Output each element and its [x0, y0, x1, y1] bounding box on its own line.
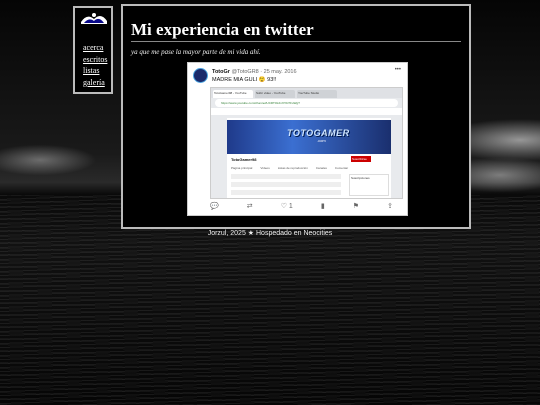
- browser-tabs: TotoGamer98 - YouTube Subir video - YouT…: [211, 88, 402, 98]
- subscribe-button: Suscribirse: [351, 156, 371, 162]
- channel-tab: Listas de reproducción: [277, 166, 308, 170]
- author-name[interactable]: TotoGr: [212, 69, 230, 75]
- nav-link-galeria[interactable]: galería: [83, 77, 107, 89]
- channel-tab: Página principal: [231, 166, 253, 170]
- retweet-icon[interactable]: ⇄: [247, 202, 253, 210]
- channel-banner: TOTOGAMER .com: [227, 120, 391, 154]
- tweet-text: MADRE MIA GULI 😲 93!!: [212, 77, 277, 83]
- avatar[interactable]: [193, 68, 208, 83]
- channel-name: TotoGamer98: [231, 157, 257, 162]
- site-nav: acerca escritos listas galería: [83, 42, 107, 88]
- site-logo[interactable]: [79, 11, 109, 25]
- youtube-header: [211, 108, 402, 115]
- post-panel: Mi experiencia en twitter ya que me pase…: [121, 4, 471, 229]
- content-row: [231, 182, 341, 187]
- tweet-image-screenshot[interactable]: TotoGamer98 - YouTube Subir video - YouT…: [210, 87, 403, 199]
- nav-link-acerca[interactable]: acerca: [83, 42, 107, 54]
- browser-tab: YouTube Studio: [297, 90, 337, 98]
- more-horizontal-icon[interactable]: •••: [395, 67, 401, 73]
- post-subtitle: ya que me pase la mayor parte de mi vida…: [131, 48, 261, 56]
- tweet-author: TotoGr @TotoGR8 · 25 may. 2016: [212, 69, 297, 75]
- channel-tabs: Página principal Vídeos Listas de reprod…: [231, 166, 348, 170]
- nav-link-listas[interactable]: listas: [83, 65, 107, 77]
- author-handle-date: @TotoGR8 · 25 may. 2016: [231, 69, 297, 75]
- browser-address-bar: https://www.youtube.com/channel/UCRTOkJn…: [215, 99, 398, 107]
- banner-title: TOTOGAMER: [287, 128, 350, 138]
- share-icon[interactable]: ⇪: [387, 202, 393, 210]
- reply-icon[interactable]: 💬: [210, 202, 219, 210]
- like-group[interactable]: ♡ 1: [281, 202, 293, 210]
- tweet-actions: 💬 ⇄ ♡ 1 ▮ ⚑ ⇪: [210, 202, 393, 210]
- post-title: Mi experiencia en twitter: [131, 20, 314, 39]
- content-row: [231, 174, 341, 179]
- browser-tab: TotoGamer98 - YouTube: [213, 90, 253, 98]
- channel-tab: Vídeos: [260, 166, 270, 170]
- embedded-tweet[interactable]: TotoGr @TotoGR8 · 25 may. 2016 ••• MADRE…: [187, 62, 408, 216]
- like-count: 1: [288, 203, 293, 210]
- youtube-channel-page: TOTOGAMER .com TotoGamer98 Suscribirse P…: [227, 118, 391, 198]
- nav-link-escritos[interactable]: escritos: [83, 54, 107, 66]
- channel-tab: Comentar: [334, 166, 349, 170]
- channel-tab: Canales: [315, 166, 327, 170]
- site-footer: Jorzul, 2025 ★ Hospedado en Neocities: [207, 230, 333, 237]
- channel-content-rows: [231, 174, 341, 198]
- sidebar: acerca escritos listas galería: [73, 6, 113, 94]
- analytics-icon[interactable]: ▮: [321, 202, 325, 210]
- subscriptions-panel: Suscripciones: [349, 174, 389, 196]
- content-row: [231, 190, 341, 195]
- heart-icon[interactable]: ♡: [281, 203, 287, 210]
- banner-subtitle: .com: [317, 138, 326, 143]
- browser-tab: Subir video - YouTube: [255, 90, 295, 98]
- bookmark-icon[interactable]: ⚑: [353, 202, 359, 210]
- title-divider: [131, 41, 461, 42]
